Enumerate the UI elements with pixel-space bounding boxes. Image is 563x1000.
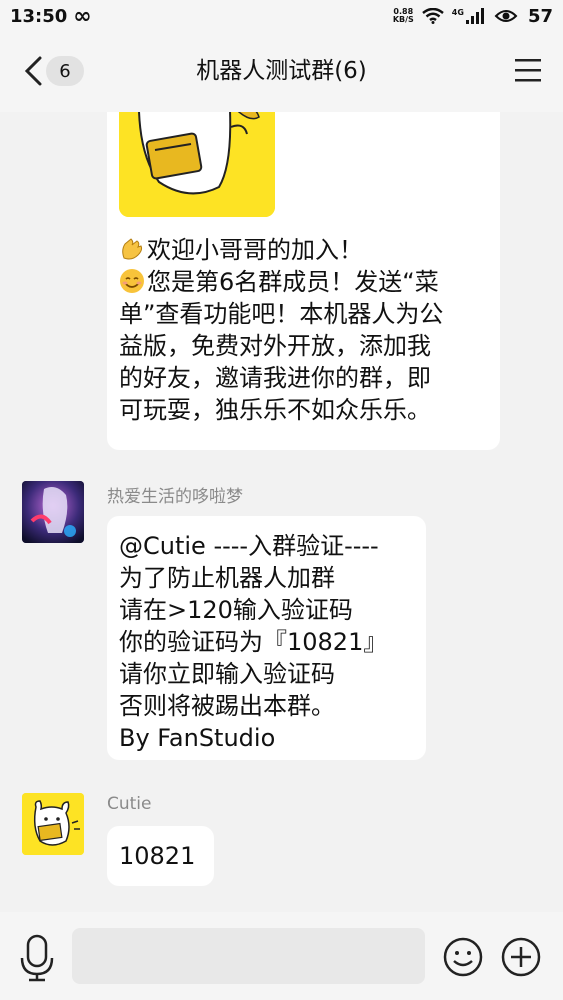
message-text: 欢迎小哥哥的加入！ 您是第6名群成员！发送“菜 单”查看功能吧！本机器人为公 益… <box>119 234 489 426</box>
menu-icon[interactable] <box>515 58 541 82</box>
battery-level: 57 <box>527 5 553 27</box>
emoji-picker-icon[interactable] <box>442 936 484 978</box>
net-speed: 0.88 KB/S <box>393 8 414 24</box>
avatar[interactable] <box>22 793 84 855</box>
signal-bars-icon <box>465 8 484 24</box>
message-line: 的好友，邀请我进你的群，即 <box>119 364 431 392</box>
message-list[interactable]: 欢迎小哥哥的加入！ 您是第6名群成员！发送“菜 单”查看功能吧！本机器人为公 益… <box>0 112 563 912</box>
avatar[interactable] <box>22 481 84 543</box>
plus-icon[interactable] <box>500 936 542 978</box>
message-line: @Cutie ----入群验证---- <box>119 532 379 560</box>
network-type: 4G <box>451 8 464 17</box>
message-line: 否则将被踢出本群。 <box>119 692 335 720</box>
sender-name: 热爱生活的哆啦梦 <box>107 487 243 507</box>
message-line: 您是第6名群成员！发送“菜 <box>119 266 489 298</box>
infinity-icon: ∞ <box>73 3 92 29</box>
message-bubble[interactable]: 10821 <box>107 826 214 886</box>
clap-emoji-icon <box>122 238 143 260</box>
message-line: By FanStudio <box>119 724 276 752</box>
status-time: 13:50 <box>10 5 68 27</box>
input-bar <box>0 912 563 1000</box>
message-bubble[interactable]: 欢迎小哥哥的加入！ 您是第6名群成员！发送“菜 单”查看功能吧！本机器人为公 益… <box>107 112 500 450</box>
message-line: 单”查看功能吧！本机器人为公 <box>119 300 444 328</box>
message-line: 为了防止机器人加群 <box>119 564 335 592</box>
message-line: 可玩耍，独乐乐不如众乐乐。 <box>119 396 431 424</box>
message-input[interactable] <box>72 928 425 984</box>
net-speed-unit: KB/S <box>392 15 414 24</box>
sticker-image <box>119 112 275 217</box>
message-text: 10821 <box>119 842 196 870</box>
status-bar: 13:50 ∞ 0.88 KB/S 4G 57 <box>0 0 563 32</box>
chat-title: 机器人测试群(6) <box>196 58 367 84</box>
chat-header: 6 机器人测试群(6) <box>0 32 563 112</box>
message-line: 请在>120输入验证码 <box>119 596 353 624</box>
message-line: 益版，免费对外开放，添加我 <box>119 332 431 360</box>
smile-emoji-icon <box>120 269 144 293</box>
cell-signal: 4G <box>452 8 484 24</box>
wifi-icon <box>422 8 444 24</box>
sender-name: Cutie <box>107 794 152 814</box>
microphone-icon[interactable] <box>18 932 56 982</box>
message-line: 请你立即输入验证码 <box>119 660 335 688</box>
battery-icon <box>494 10 518 22</box>
message-line: 欢迎小哥哥的加入！ <box>119 234 489 266</box>
message-line: 你的验证码为『10821』 <box>119 628 388 656</box>
message-bubble[interactable]: @Cutie ----入群验证---- 为了防止机器人加群 请在>120输入验证… <box>107 516 426 760</box>
